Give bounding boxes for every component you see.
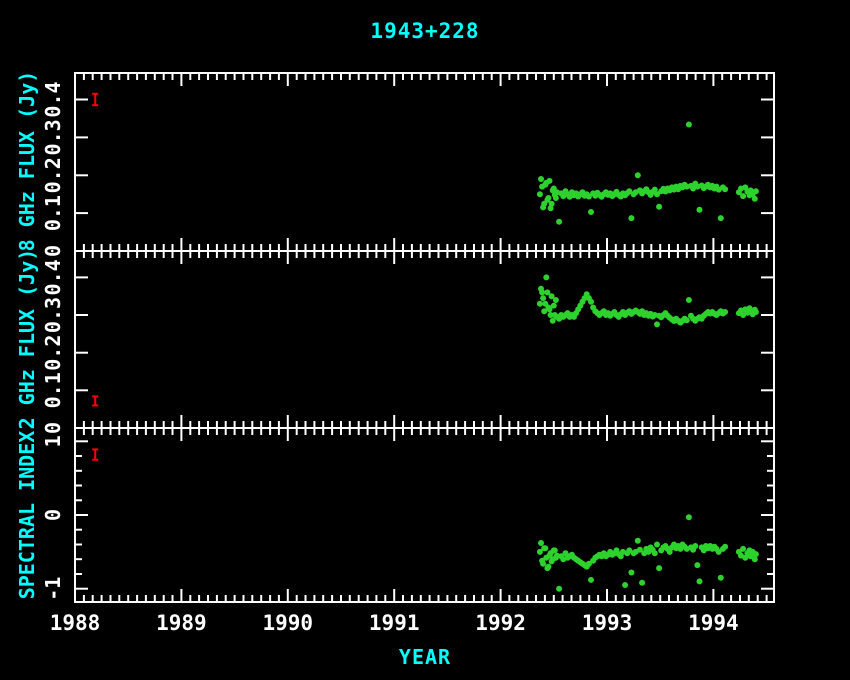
data-point	[588, 299, 594, 305]
data-point	[753, 551, 759, 557]
y-tick-label: 0.2	[41, 335, 65, 371]
data-point	[553, 195, 559, 201]
data-point	[740, 193, 746, 199]
data-point	[588, 209, 594, 215]
data-point	[718, 575, 724, 581]
data-point	[544, 565, 550, 571]
x-tick-label: 1994	[688, 611, 739, 635]
data-point	[551, 547, 557, 553]
data-point	[551, 186, 557, 192]
y-tick-label: 0.4	[41, 81, 65, 117]
panel-0: 0 0.10.20.30.4	[41, 73, 774, 257]
data-point	[628, 570, 634, 576]
y-tick-label: 0	[41, 245, 65, 257]
panel-border	[75, 251, 774, 428]
y-tick-label: 0.3	[41, 119, 65, 155]
data-point	[718, 215, 724, 221]
x-tick-label: 1989	[156, 611, 207, 635]
panel-border	[75, 428, 774, 602]
data-point	[639, 580, 645, 586]
data-point	[547, 553, 553, 559]
data-point	[538, 176, 544, 182]
y-tick-label: 0.2	[41, 157, 65, 193]
data-point	[628, 215, 634, 221]
data-point	[537, 301, 543, 307]
data-point	[540, 295, 546, 301]
data-point	[635, 538, 641, 544]
plot-window: 1943+228 8 GHz FLUX (Jy) 2 GHz FLUX (Jy)…	[0, 0, 850, 680]
data-point	[692, 543, 698, 549]
data-point	[542, 545, 548, 551]
x-tick-label: 1990	[263, 611, 314, 635]
data-point	[694, 562, 700, 568]
y-tick-label: 0.1	[41, 195, 65, 231]
data-point	[686, 122, 692, 128]
data-point	[740, 546, 746, 552]
panel-0-ticks	[75, 73, 774, 251]
reference-error-bar	[92, 396, 98, 405]
data-point	[549, 201, 555, 207]
data-point	[753, 188, 759, 194]
data-point	[543, 274, 549, 280]
data-point	[538, 540, 544, 546]
data-point	[722, 186, 728, 192]
y-tick-label: 1	[41, 435, 65, 447]
data-point	[656, 565, 662, 571]
data-point	[697, 578, 703, 584]
data-point	[538, 286, 544, 292]
data-point	[635, 172, 641, 178]
data-point	[542, 301, 548, 307]
data-point	[556, 219, 562, 225]
y-tick-label: -1	[41, 577, 65, 601]
y-tick-label: 0	[41, 422, 65, 434]
y-tick-label: 0	[41, 509, 65, 521]
reference-error-bar	[92, 449, 98, 459]
panel-1: 0 0.10.20.30.4	[41, 251, 774, 434]
data-point	[553, 555, 559, 561]
data-point	[622, 582, 628, 588]
y-tick-label: 0.3	[41, 297, 65, 333]
x-tick-label: 1992	[475, 611, 526, 635]
data-point	[588, 577, 594, 583]
data-point	[553, 297, 559, 303]
panel-2: -1 0 1	[41, 428, 774, 602]
data-point	[551, 303, 557, 309]
x-tick-label: 1988	[50, 611, 101, 635]
data-point	[540, 204, 546, 210]
y-tick-label: 0.4	[41, 259, 65, 295]
data-point	[686, 514, 692, 520]
panel-2-points	[537, 514, 759, 592]
panel-1-ticks	[75, 251, 774, 428]
light-curve-plot: 00.10.20.30.400.10.20.30.4-1011988198919…	[0, 0, 850, 680]
reference-error-bar	[92, 94, 98, 105]
data-point	[652, 550, 658, 556]
data-point	[753, 309, 759, 315]
data-point	[684, 317, 690, 323]
panel-border	[75, 73, 774, 251]
data-point	[722, 544, 728, 550]
data-point	[556, 586, 562, 592]
data-point	[654, 321, 660, 327]
panel-2-ticks	[75, 428, 774, 602]
data-point	[654, 542, 660, 548]
data-point	[697, 207, 703, 213]
data-point	[547, 178, 553, 184]
y-tick-label: 0.1	[41, 372, 65, 408]
data-point	[656, 204, 662, 210]
panel-0-points	[537, 122, 759, 225]
x-tick-label: 1993	[582, 611, 633, 635]
data-point	[752, 556, 758, 562]
panel-1-points	[537, 274, 759, 327]
data-point	[540, 561, 546, 567]
data-point	[686, 297, 692, 303]
data-point	[537, 191, 543, 197]
data-point	[752, 196, 758, 202]
x-tick-label: 1991	[369, 611, 420, 635]
data-point	[722, 309, 728, 315]
